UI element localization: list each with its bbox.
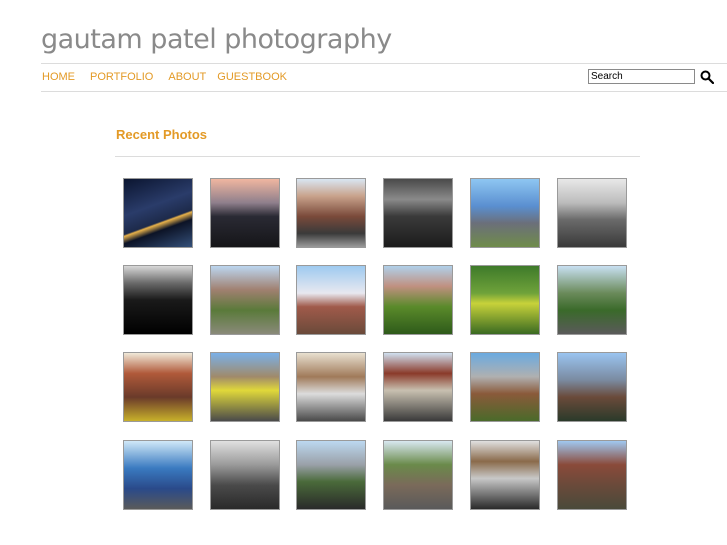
- search-icon[interactable]: [700, 70, 714, 84]
- photo-thumbnail[interactable]: [557, 440, 627, 510]
- photo-thumbnail[interactable]: [557, 178, 627, 248]
- section-title: Recent Photos: [116, 127, 208, 142]
- photo-thumbnail[interactable]: [210, 178, 280, 248]
- photo-image: [558, 179, 626, 247]
- photo-image: [384, 353, 452, 421]
- photo-image: [297, 179, 365, 247]
- photo-thumbnail[interactable]: [470, 265, 540, 335]
- photo-image: [211, 266, 279, 334]
- photo-thumbnail[interactable]: [296, 265, 366, 335]
- header-top-divider: [41, 63, 727, 64]
- photo-image: [471, 353, 539, 421]
- photo-thumbnail[interactable]: [123, 352, 193, 422]
- photo-image: [124, 441, 192, 509]
- photo-thumbnail[interactable]: [123, 265, 193, 335]
- photo-image: [471, 441, 539, 509]
- photo-thumbnail[interactable]: [210, 352, 280, 422]
- photo-image: [558, 266, 626, 334]
- photo-image: [297, 441, 365, 509]
- photo-image: [297, 266, 365, 334]
- photo-thumbnail[interactable]: [123, 440, 193, 510]
- photo-image: [211, 353, 279, 421]
- photo-thumbnail[interactable]: [470, 440, 540, 510]
- photo-image: [558, 441, 626, 509]
- photo-thumbnail[interactable]: [470, 178, 540, 248]
- site-title[interactable]: gautam patel photography: [41, 24, 392, 55]
- main-nav: HOME PORTFOLIO ABOUT GUESTBOOK: [42, 71, 302, 83]
- photo-image: [558, 353, 626, 421]
- photo-thumbnail[interactable]: [557, 265, 627, 335]
- photo-thumbnail[interactable]: [296, 440, 366, 510]
- nav-item-guestbook[interactable]: GUESTBOOK: [217, 71, 287, 83]
- photo-image: [211, 179, 279, 247]
- header-bottom-divider: [41, 91, 727, 92]
- photo-thumbnail[interactable]: [210, 265, 280, 335]
- photo-image: [124, 266, 192, 334]
- photo-image: [384, 266, 452, 334]
- nav-item-home[interactable]: HOME: [42, 71, 75, 83]
- photo-thumbnail[interactable]: [383, 265, 453, 335]
- photo-thumbnail[interactable]: [296, 178, 366, 248]
- photo-thumbnail[interactable]: [383, 440, 453, 510]
- photo-image: [297, 353, 365, 421]
- photo-image: [124, 179, 192, 247]
- photo-thumbnail[interactable]: [123, 178, 193, 248]
- photo-thumbnail[interactable]: [383, 178, 453, 248]
- photo-thumbnail[interactable]: [557, 352, 627, 422]
- search-input[interactable]: [588, 69, 695, 84]
- photo-image: [471, 179, 539, 247]
- section-divider: [115, 156, 640, 157]
- photo-image: [211, 441, 279, 509]
- photo-image: [384, 441, 452, 509]
- photo-image: [471, 266, 539, 334]
- photo-thumbnail[interactable]: [383, 352, 453, 422]
- nav-item-portfolio[interactable]: PORTFOLIO: [90, 71, 153, 83]
- photo-thumbnail[interactable]: [210, 440, 280, 510]
- photo-image: [384, 179, 452, 247]
- photo-image: [124, 353, 192, 421]
- nav-item-about[interactable]: ABOUT: [168, 71, 206, 83]
- photo-thumbnail[interactable]: [470, 352, 540, 422]
- photo-thumbnail[interactable]: [296, 352, 366, 422]
